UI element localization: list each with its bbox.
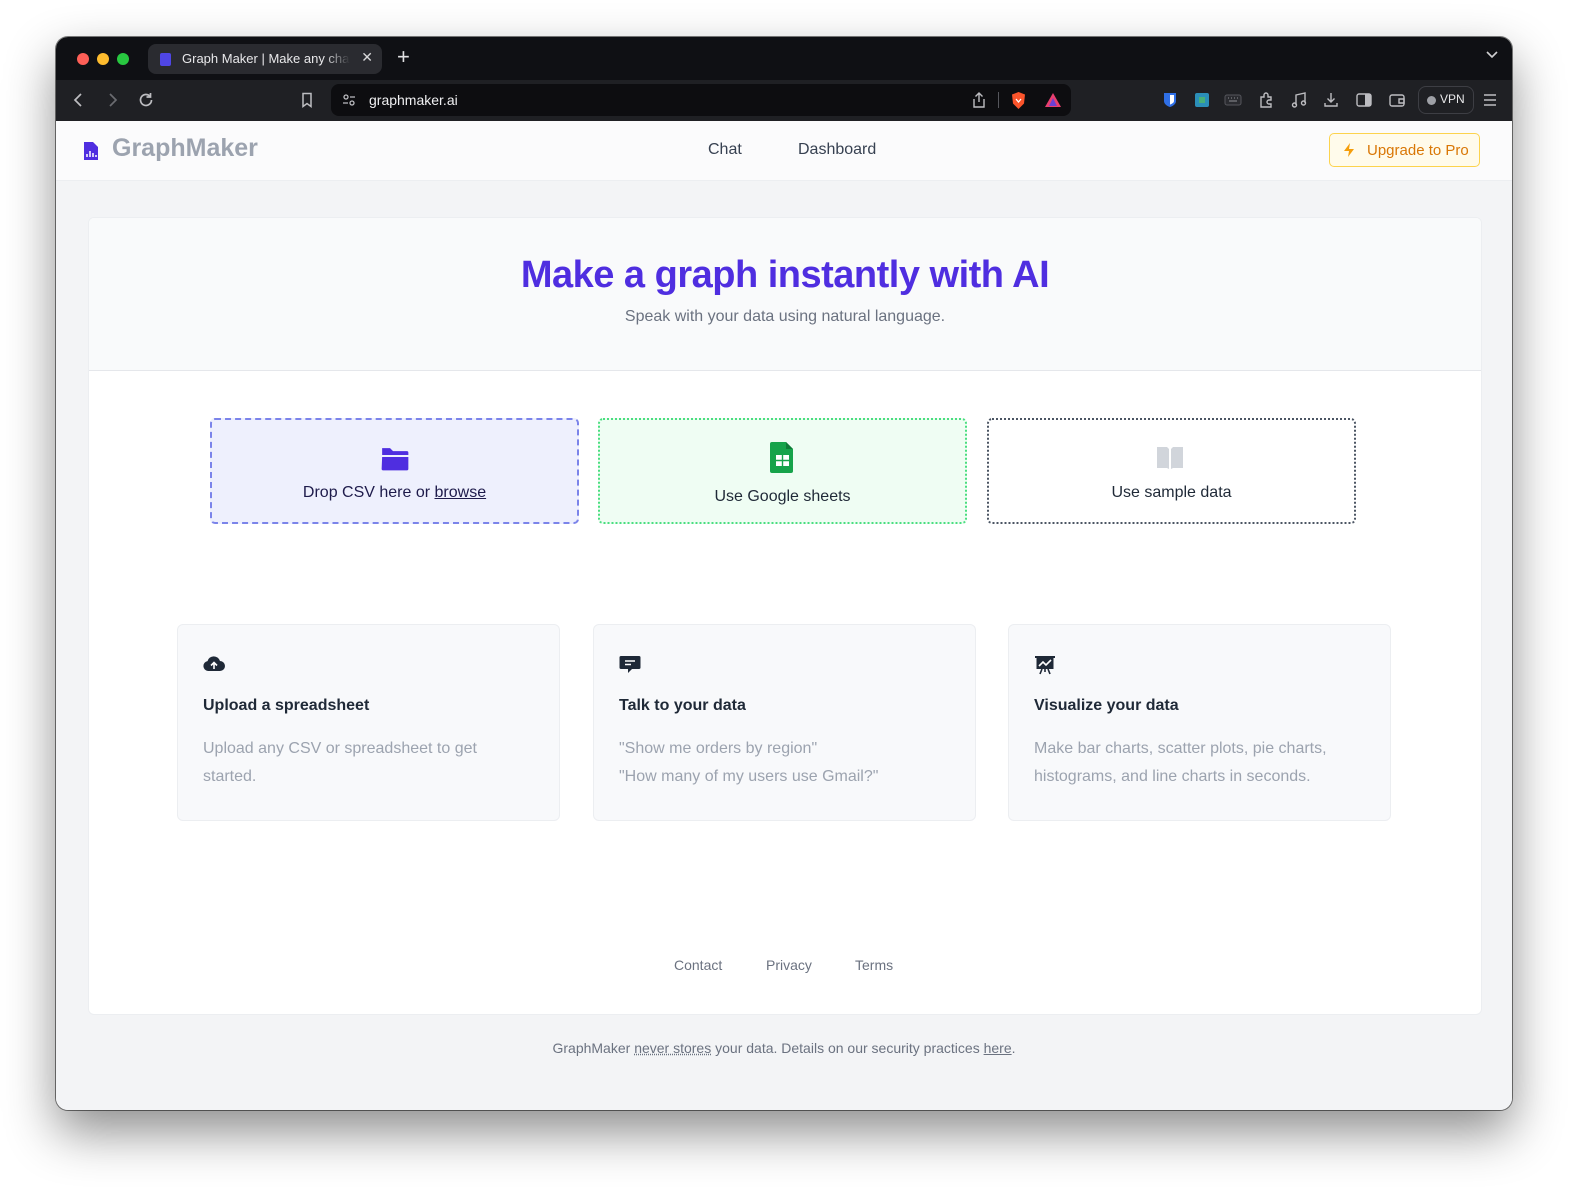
hero-title: Make a graph instantly with AI (520, 254, 1050, 296)
google-sheets-icon (770, 442, 793, 473)
cloud-upload-icon (203, 656, 225, 671)
media-music-icon[interactable] (1290, 91, 1308, 109)
security-note-text: GraphMaker (552, 1040, 635, 1056)
sample-data-label: Use sample data (1111, 484, 1232, 501)
browse-link[interactable]: browse (435, 484, 487, 501)
open-book-icon (1157, 447, 1183, 469)
hero-section: Make a graph instantly with AI Speak wit… (89, 218, 1481, 371)
vpn-button[interactable]: VPN (1418, 86, 1474, 114)
presentation-chart-icon (1035, 656, 1055, 675)
brave-rewards-icon[interactable] (1044, 92, 1062, 108)
feature-description-line: "Show me orders by region" (619, 740, 818, 757)
feature-description-line: histograms, and line charts in seconds. (1034, 768, 1311, 785)
extension-square-icon[interactable] (1193, 91, 1211, 109)
tab-title: Graph Maker | Make any chart (182, 51, 350, 66)
nav-link-chat[interactable]: Chat (708, 141, 742, 159)
page-content: GraphMaker Chat Dashboard Upgrade to Pro… (56, 121, 1512, 1110)
bookmark-icon[interactable] (298, 91, 316, 109)
forward-icon[interactable] (103, 91, 121, 109)
feature-card-upload: Upload a spreadsheet Upload any CSV or s… (177, 624, 560, 821)
footer-link-privacy[interactable]: Privacy (766, 957, 812, 973)
nav-link-dashboard[interactable]: Dashboard (798, 141, 876, 159)
url-text: graphmaker.ai (369, 92, 458, 108)
feature-card-visualize: Visualize your data Make bar charts, sca… (1008, 624, 1391, 821)
feature-description-line: Upload any CSV or spreadsheet to get (203, 740, 477, 757)
bitwarden-extension-icon[interactable] (1161, 91, 1179, 109)
urlbar-divider (998, 92, 999, 108)
tab-close-icon[interactable]: ✕ (361, 49, 373, 66)
share-icon[interactable] (972, 92, 986, 108)
keyboard-extension-icon[interactable] (1224, 91, 1242, 109)
footer-link-terms[interactable]: Terms (855, 957, 893, 973)
main-menu-icon[interactable] (1481, 91, 1499, 109)
minimize-window-button[interactable] (97, 53, 109, 65)
feature-title: Visualize your data (1034, 697, 1179, 714)
site-settings-icon[interactable] (342, 93, 356, 107)
main-card: Make a graph instantly with AI Speak wit… (88, 217, 1482, 1015)
extensions-puzzle-icon[interactable] (1257, 91, 1275, 109)
never-stores-tooltip[interactable]: never stores (634, 1040, 711, 1056)
chat-bubble-icon (619, 656, 641, 673)
vpn-status-icon (1427, 96, 1436, 105)
feature-description-line: started. (203, 768, 257, 785)
back-icon[interactable] (70, 91, 88, 109)
footer-link-contact[interactable]: Contact (674, 957, 722, 973)
graphmaker-logo-icon[interactable] (82, 141, 100, 161)
folder-icon (381, 448, 409, 471)
security-note: GraphMaker never stores your data. Detai… (56, 1040, 1512, 1056)
browser-window: Graph Maker | Make any chart ✕ + graphma… (56, 37, 1512, 1110)
browser-tab[interactable]: Graph Maker | Make any chart ✕ (148, 44, 382, 74)
csv-drop-text: Drop CSV here or (302, 484, 435, 501)
lightning-icon (1344, 143, 1354, 157)
security-note-text: your data. Details on our security pract… (711, 1040, 984, 1056)
tab-favicon-icon (160, 53, 171, 66)
google-sheets-option[interactable]: Use Google sheets (598, 418, 967, 524)
feature-description-line: Make bar charts, scatter plots, pie char… (1034, 740, 1327, 757)
csv-drop-label: Drop CSV here or browse (212, 484, 577, 502)
google-sheets-label: Use Google sheets (714, 488, 851, 505)
security-here-link[interactable]: here (984, 1040, 1012, 1056)
tab-list-chevron-icon[interactable] (1486, 51, 1498, 59)
feature-description-line: "How many of my users use Gmail?" (619, 768, 879, 785)
downloads-icon[interactable] (1322, 91, 1340, 109)
csv-drop-zone[interactable]: Drop CSV here or browse (210, 418, 579, 524)
tab-strip: Graph Maker | Make any chart ✕ + (56, 37, 1512, 80)
wallet-icon[interactable] (1388, 91, 1406, 109)
feature-card-talk: Talk to your data "Show me orders by reg… (593, 624, 976, 821)
feature-title: Talk to your data (619, 697, 746, 714)
close-window-button[interactable] (77, 53, 89, 65)
feature-description: Upload any CSV or spreadsheet to get sta… (203, 735, 533, 791)
feature-title: Upload a spreadsheet (203, 697, 370, 714)
feature-description: "Show me orders by region" "How many of … (619, 735, 949, 791)
browser-toolbar: graphmaker.ai VPN (56, 80, 1512, 121)
sample-data-option[interactable]: Use sample data (987, 418, 1356, 524)
hero-subtitle: Speak with your data using natural langu… (624, 308, 946, 325)
top-navbar: GraphMaker Chat Dashboard Upgrade to Pro (56, 121, 1512, 181)
security-note-text: . (1011, 1040, 1016, 1056)
new-tab-icon[interactable]: + (397, 46, 410, 68)
sidebar-toggle-icon[interactable] (1355, 91, 1373, 109)
vpn-label: VPN (1440, 92, 1465, 106)
upgrade-label: Upgrade to Pro (1367, 142, 1469, 159)
brave-shields-icon[interactable] (1010, 91, 1027, 110)
logo-text[interactable]: GraphMaker (112, 134, 258, 163)
maximize-window-button[interactable] (117, 53, 129, 65)
address-bar[interactable]: graphmaker.ai (331, 84, 1071, 116)
upgrade-to-pro-button[interactable]: Upgrade to Pro (1329, 133, 1480, 167)
reload-icon[interactable] (137, 91, 155, 109)
feature-description: Make bar charts, scatter plots, pie char… (1034, 735, 1364, 791)
